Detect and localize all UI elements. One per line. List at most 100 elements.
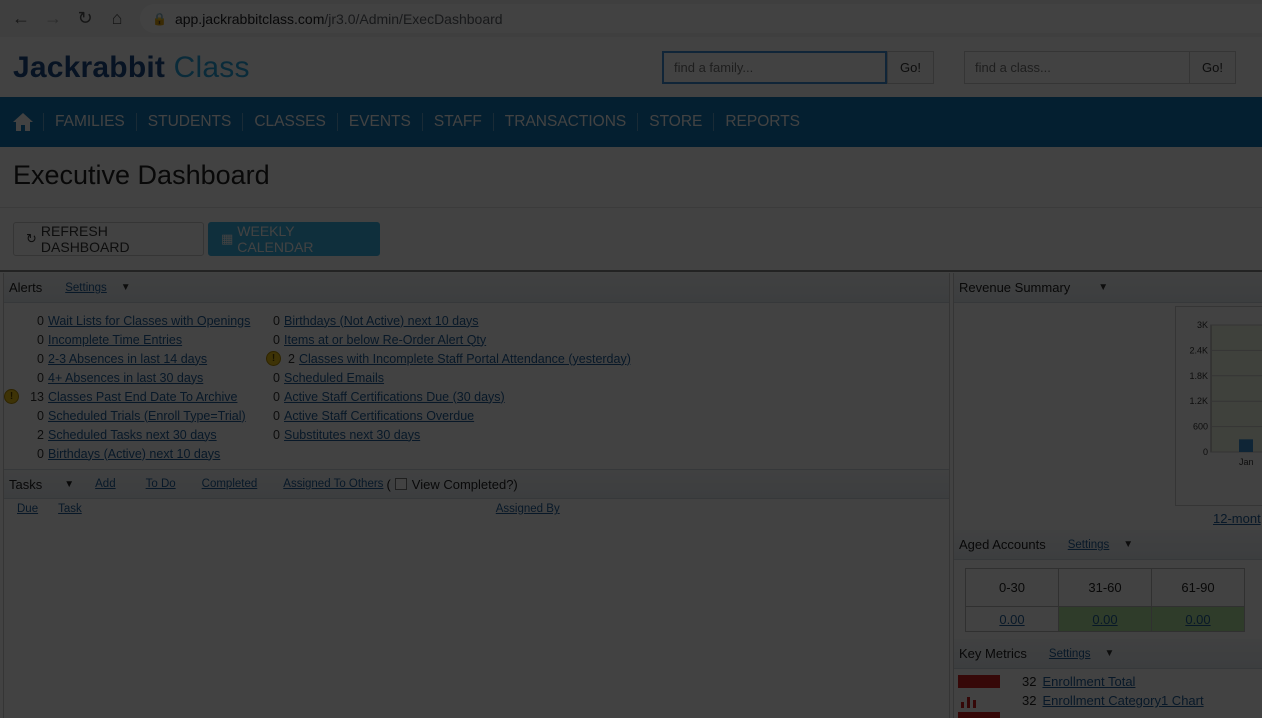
alert-row: ! 13 Classes Past End Date To Archive (4, 387, 250, 406)
view-completed-checkbox[interactable] (394, 478, 407, 490)
right-panel: Revenue Summary ▼ 3K 2.4K 1.8K 1.2K 600 0 Jan … (953, 273, 1262, 718)
class-search-input[interactable] (964, 51, 1189, 84)
aged-val-0-30[interactable]: 0.00 (999, 612, 1024, 627)
alert-link[interactable]: Wait Lists for Classes with Openings (48, 314, 250, 328)
alert-link[interactable]: Scheduled Emails (284, 371, 384, 385)
home-nav-icon[interactable] (12, 111, 34, 133)
revenue-header: Revenue Summary ▼ (954, 273, 1262, 303)
tasks-header: Tasks ▼ Add To Do Completed Assigned To … (4, 469, 949, 499)
revenue-collapse-icon[interactable]: ▼ (1098, 282, 1108, 293)
tasks-todo-link[interactable]: To Do (146, 478, 176, 490)
nav-transactions[interactable]: TRANSACTIONS (492, 113, 637, 131)
metrics-title: Key Metrics (959, 646, 1027, 661)
nav-families[interactable]: FAMILIES (43, 113, 136, 131)
alert-link[interactable]: Classes Past End Date To Archive (48, 390, 237, 404)
col-task[interactable]: Task (58, 503, 82, 515)
aged-collapse-icon[interactable]: ▼ (1123, 539, 1133, 550)
revenue-12-month-link[interactable]: 12-mont (1213, 511, 1261, 526)
family-search-go-button[interactable]: Go! (887, 51, 934, 84)
tasks-column-headers: Due Task Assigned By (4, 499, 949, 519)
metrics-settings-link[interactable]: Settings (1049, 648, 1091, 660)
x-tick-label: Jan (1239, 457, 1254, 467)
weekly-calendar-label: WEEKLY CALENDAR (237, 223, 314, 255)
alert-count: 0 (37, 408, 44, 423)
alert-row: 0 Birthdays (Active) next 10 days (4, 444, 250, 463)
alert-row: 0 Active Staff Certifications Overdue (266, 406, 631, 425)
class-search: Go! (964, 51, 1236, 84)
logo-text-bold: Jackrabbit (13, 51, 166, 84)
alert-count: 0 (37, 351, 44, 366)
main-nav: FAMILIES STUDENTS CLASSES EVENTS STAFF T… (0, 97, 1262, 147)
col-assigned-by[interactable]: Assigned By (496, 503, 560, 515)
alert-link[interactable]: Scheduled Trials (Enroll Type=Trial) (48, 409, 246, 423)
alert-link[interactable]: 4+ Absences in last 30 days (48, 371, 203, 385)
alert-count: 2 (37, 427, 44, 442)
alerts-header: Alerts Settings ▼ (4, 273, 949, 303)
jackrabbit-logo[interactable]: Jackrabbit Class (13, 51, 250, 85)
y-tick-label: 0 (1203, 447, 1208, 457)
aged-val-31-60[interactable]: 0.00 (1092, 612, 1117, 627)
alert-count: 0 (273, 389, 280, 404)
alert-link[interactable]: Birthdays (Not Active) next 10 days (284, 314, 479, 328)
alert-row: 0 Items at or below Re-Order Alert Qty (266, 330, 631, 349)
alert-row: 0 2-3 Absences in last 14 days (4, 349, 250, 368)
alert-link[interactable]: Incomplete Time Entries (48, 333, 182, 347)
forward-arrow-icon[interactable]: → (40, 6, 66, 32)
nav-reports[interactable]: REPORTS (713, 113, 811, 131)
y-tick-label: 2.4K (1189, 345, 1208, 355)
refresh-icon: ↻ (26, 231, 37, 246)
tasks-add-link[interactable]: Add (95, 478, 115, 490)
metric-link[interactable]: Enrollment Category1 Chart (1042, 693, 1203, 708)
nav-students[interactable]: STUDENTS (135, 113, 243, 131)
revenue-bar (1239, 439, 1253, 452)
aged-col-61-90: 61-90 (1151, 568, 1245, 607)
class-search-go-button[interactable]: Go! (1189, 51, 1236, 84)
aged-settings-link[interactable]: Settings (1068, 539, 1110, 551)
revenue-title: Revenue Summary (959, 280, 1071, 295)
family-search-input[interactable] (662, 51, 887, 84)
alert-row: 0 Birthdays (Not Active) next 10 days (266, 311, 631, 330)
alert-row: 0 Substitutes next 30 days (266, 425, 631, 444)
alerts-collapse-icon[interactable]: ▼ (121, 282, 131, 293)
reload-icon[interactable]: ↻ (72, 6, 98, 32)
home-icon[interactable]: ⌂ (104, 6, 130, 32)
alert-row: 0 4+ Absences in last 30 days (4, 368, 250, 387)
alert-link[interactable]: 2-3 Absences in last 14 days (48, 352, 207, 366)
alert-link[interactable]: Classes with Incomplete Staff Portal Att… (299, 352, 631, 366)
nav-store[interactable]: STORE (637, 113, 713, 131)
alert-link[interactable]: Scheduled Tasks next 30 days (48, 428, 217, 442)
nav-staff[interactable]: STAFF (421, 113, 493, 131)
aged-accounts-table: 0-30 31-60 61-90 0.00 0.00 0.00 (965, 568, 1245, 632)
alert-link[interactable]: Birthdays (Active) next 10 days (48, 447, 220, 461)
y-tick-label: 600 (1193, 422, 1208, 432)
alert-link[interactable]: Active Staff Certifications Overdue (284, 409, 474, 423)
alert-link[interactable]: Substitutes next 30 days (284, 428, 420, 442)
address-bar[interactable]: 🔒 app.jackrabbitclass.com/jr3.0/Admin/Ex… (140, 4, 1262, 33)
alert-count: 0 (37, 370, 44, 385)
alert-count: 0 (273, 427, 280, 442)
aged-title: Aged Accounts (959, 537, 1046, 552)
tasks-completed-link[interactable]: Completed (202, 478, 258, 490)
alert-count: 0 (273, 370, 280, 385)
metrics-collapse-icon[interactable]: ▼ (1104, 648, 1114, 659)
metric-link[interactable]: Enrollment Total (1042, 674, 1135, 689)
nav-classes[interactable]: CLASSES (242, 113, 337, 131)
metric-value: 32 (1022, 693, 1037, 708)
logo-text-light: Class (173, 51, 250, 84)
aged-col-0-30: 0-30 (965, 568, 1059, 607)
col-due[interactable]: Due (17, 503, 38, 515)
nav-events[interactable]: EVENTS (336, 113, 422, 131)
bar-chart-icon[interactable] (958, 693, 1000, 708)
tasks-assigned-others-link[interactable]: Assigned To Others (283, 478, 383, 490)
alerts-settings-link[interactable]: Settings (65, 282, 107, 294)
refresh-dashboard-button[interactable]: ↻ REFRESH DASHBOARD (13, 222, 204, 256)
alert-link[interactable]: Active Staff Certifications Due (30 days… (284, 390, 505, 404)
tasks-paren: ( (386, 476, 391, 492)
aged-val-61-90[interactable]: 0.00 (1185, 612, 1210, 627)
weekly-calendar-button[interactable]: ▦ WEEKLY CALENDAR (208, 222, 380, 256)
tasks-collapse-icon[interactable]: ▼ (64, 479, 74, 490)
alert-row: 0 Incomplete Time Entries (4, 330, 250, 349)
alert-link[interactable]: Items at or below Re-Order Alert Qty (284, 333, 486, 347)
back-arrow-icon[interactable]: ← (8, 6, 34, 32)
aged-val-cell-0-30: 0.00 (965, 606, 1059, 632)
